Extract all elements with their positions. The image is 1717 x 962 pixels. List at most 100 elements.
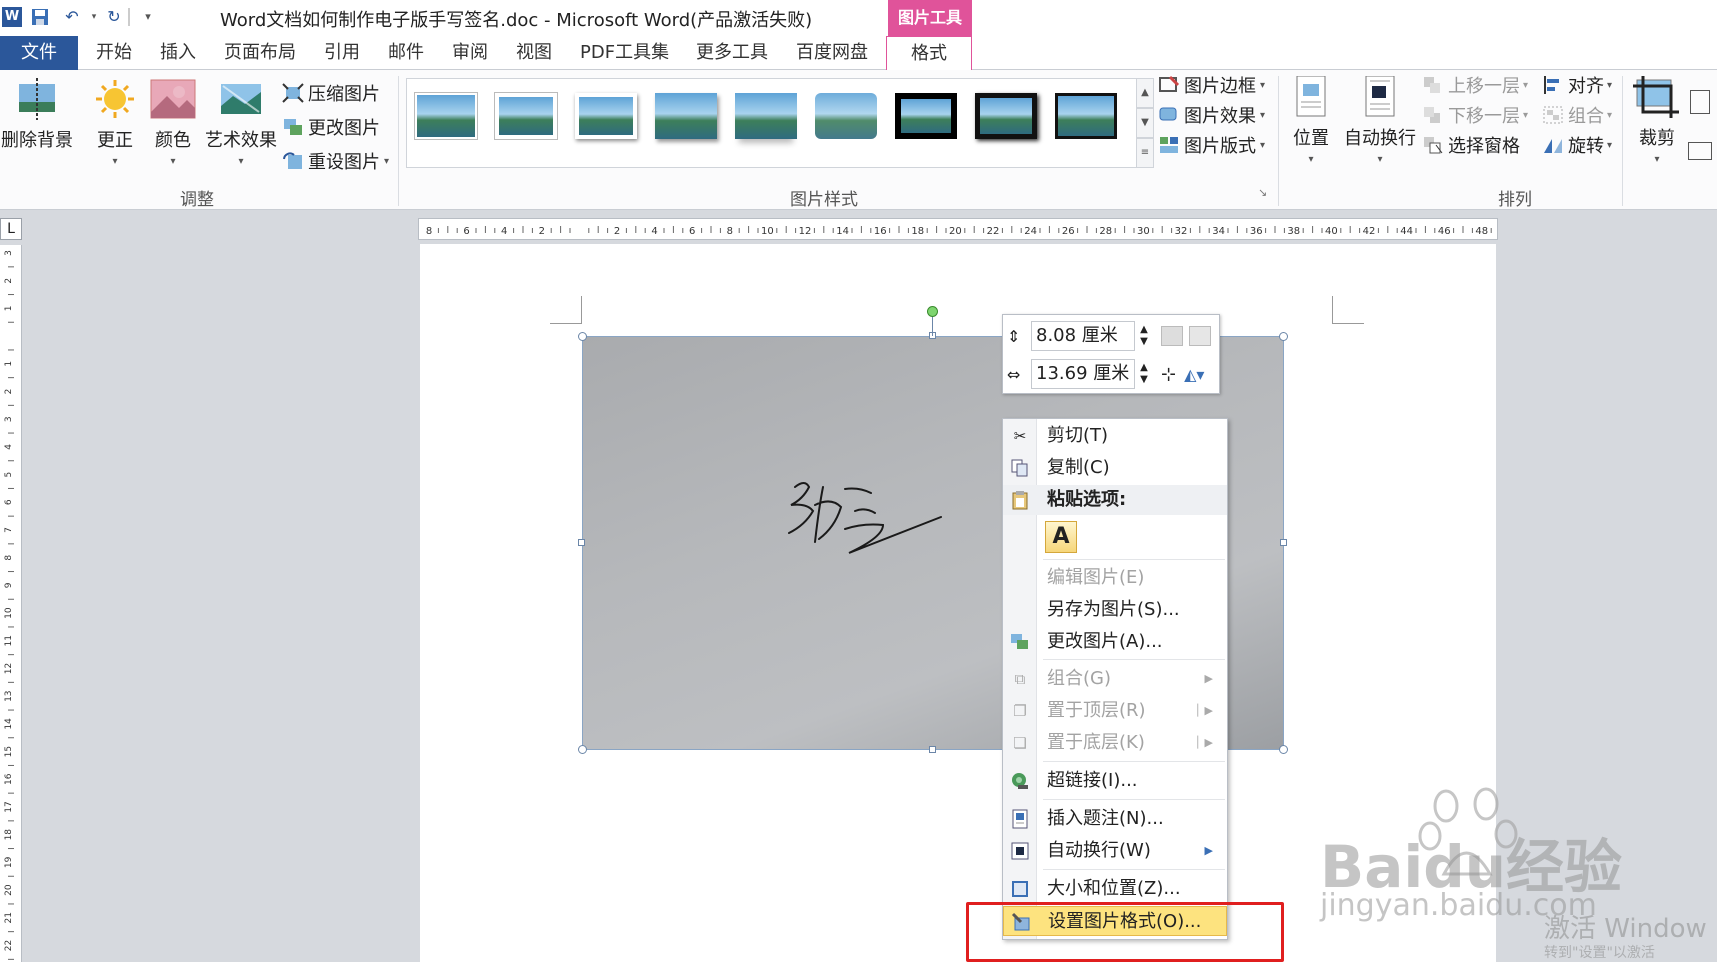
vertical-ruler[interactable]: 3 2 1 1 2 3 4 5 6 7 8 9 10 11 12 13 14 15 16 17 18 19 20 21 22 <box>0 245 22 962</box>
paste-keep-text-only-button[interactable]: A <box>1045 521 1077 553</box>
crop-mini-icon[interactable]: ⊹ <box>1161 364 1176 385</box>
shape-height-icon[interactable] <box>1690 90 1710 114</box>
menu-item-save-as-picture[interactable]: 另存为图片(S)... <box>1003 595 1227 625</box>
height-spinner-icon[interactable]: ▲ ▼ <box>1135 324 1153 348</box>
paste-options-label: 粘贴选项: <box>1047 489 1127 510</box>
menu-separator <box>1043 559 1225 560</box>
menu-item-insert-caption[interactable]: 插入题注(N)... <box>1003 804 1227 834</box>
menu-item-wrap-text[interactable]: 自动换行(W) ▶ <box>1003 836 1227 866</box>
tab-home[interactable]: 开始 <box>96 36 132 70</box>
style-thumb-4[interactable] <box>655 93 717 139</box>
align-button[interactable]: 对齐 ▾ <box>1542 72 1612 98</box>
shape-width-icon[interactable] <box>1688 142 1712 160</box>
horizontal-ruler[interactable]: 8 6 4 2 2 4 6 8 10 12 14 16 18 20 22 24 26 28 30 32 34 36 38 40… <box>418 218 1511 240</box>
tab-references[interactable]: 引用 <box>324 36 360 70</box>
picture-border-button[interactable]: 图片边框 ▾ <box>1158 72 1265 98</box>
color-button[interactable]: 颜色 ▾ <box>146 74 200 167</box>
style-thumb-7[interactable] <box>895 93 957 139</box>
remove-background-button[interactable]: 删除背景 <box>0 74 74 152</box>
resize-handle-se[interactable] <box>1279 745 1288 754</box>
tab-baidu-netdisk[interactable]: 百度网盘 <box>796 36 868 70</box>
menu-item-bring-to-front[interactable]: ❐ 置于顶层(R) │ ▶ <box>1003 696 1227 726</box>
compress-pictures-button[interactable]: 压缩图片 <box>282 80 380 106</box>
word-app-icon[interactable]: W <box>2 7 22 27</box>
resize-handle-e[interactable] <box>1280 539 1287 546</box>
ruler-tick-label: 1 <box>4 361 14 367</box>
bring-forward-button[interactable]: 上移一层 ▾ <box>1422 72 1528 98</box>
send-backward-mini-icon[interactable] <box>1189 326 1211 346</box>
height-input[interactable]: 8.08 厘米 <box>1031 321 1135 351</box>
ruler-tick-label: 4 <box>4 444 14 450</box>
menu-item-send-to-back[interactable]: ❏ 置于底层(K) │ ▶ <box>1003 728 1227 758</box>
group-objects-button[interactable]: 组合 ▾ <box>1542 102 1612 128</box>
reset-picture-button[interactable]: 重设图片 ▾ <box>282 148 389 174</box>
resize-handle-sw[interactable] <box>578 745 587 754</box>
artistic-effects-button[interactable]: 艺术效果 ▾ <box>204 74 278 167</box>
picture-effects-button[interactable]: 图片效果 ▾ <box>1158 102 1265 128</box>
redo-icon[interactable]: ↻ <box>104 7 124 27</box>
style-thumb-1[interactable] <box>415 93 477 139</box>
picture-effects-label: 图片效果 <box>1184 106 1256 127</box>
width-input[interactable]: 13.69 厘米 <box>1031 359 1135 389</box>
tab-pdf-tools[interactable]: PDF工具集 <box>580 36 669 70</box>
rotate-button[interactable]: 旋转 ▾ <box>1542 132 1612 158</box>
tab-mailings[interactable]: 邮件 <box>388 36 424 70</box>
menu-item-size-position[interactable]: 大小和位置(Z)... <box>1003 874 1227 904</box>
resize-handle-nw[interactable] <box>578 332 587 341</box>
ruler-tick-label: 24 <box>1024 226 1037 237</box>
gallery-scroll-up-icon[interactable]: ▲ <box>1136 78 1154 108</box>
resize-handle-ne[interactable] <box>1279 332 1288 341</box>
menu-item-group[interactable]: ⧉ 组合(G) ▶ <box>1003 664 1227 694</box>
tab-view[interactable]: 视图 <box>516 36 552 70</box>
style-thumb-2[interactable] <box>495 93 557 139</box>
change-picture-button[interactable]: 更改图片 <box>282 114 380 140</box>
style-thumb-9[interactable] <box>1055 93 1117 139</box>
position-button[interactable]: 位置 ▾ <box>1284 72 1338 165</box>
selection-pane-button[interactable]: 选择窗格 <box>1422 132 1520 158</box>
resize-handle-w[interactable] <box>578 539 585 546</box>
artistic-effects-label: 艺术效果 <box>205 130 277 151</box>
scissors-icon: ✂ <box>1013 427 1027 445</box>
bring-forward-mini-icon[interactable] <box>1161 326 1183 346</box>
menu-item-edit-picture[interactable]: 编辑图片(E) <box>1003 563 1227 593</box>
gallery-scroll-down-icon[interactable]: ▼ <box>1136 108 1154 138</box>
style-thumb-8[interactable] <box>975 93 1037 139</box>
tab-selector[interactable]: L <box>0 218 22 240</box>
rotate-mini-icon[interactable]: ◭▾ <box>1184 365 1204 384</box>
tab-format[interactable]: 格式 <box>886 36 972 71</box>
ruler-tick-label: 4 <box>501 226 507 237</box>
customize-qat-icon[interactable]: ▾ <box>138 7 158 27</box>
corrections-button[interactable]: 更正 ▾ <box>88 74 142 167</box>
rotate-handle[interactable] <box>927 306 938 317</box>
hyperlink-icon <box>1010 771 1030 791</box>
menu-item-change-picture[interactable]: 更改图片(A)... <box>1003 627 1227 657</box>
menu-item-cut[interactable]: ✂ 剪切(T) <box>1003 421 1227 451</box>
tab-file[interactable]: 文件 <box>0 36 78 70</box>
width-spinner-icon[interactable]: ▲ ▼ <box>1135 362 1153 386</box>
ruler-tick-label: 30 <box>1137 226 1150 237</box>
tab-more-tools[interactable]: 更多工具 <box>696 36 768 70</box>
resize-handle-s[interactable] <box>929 746 936 753</box>
ruler-tick-label: 9 <box>4 582 14 588</box>
undo-icon[interactable]: ↶ <box>62 7 82 27</box>
ruler-tick-label: 44 <box>1400 226 1413 237</box>
undo-dropdown-icon[interactable]: ▾ <box>84 7 104 27</box>
menu-item-copy[interactable]: 复制(C) <box>1003 453 1227 483</box>
ruler-tick-label: 19 <box>4 856 14 868</box>
style-thumb-3[interactable] <box>575 93 637 139</box>
artistic-effects-dropdown-icon: ▾ <box>238 156 244 167</box>
style-thumb-6[interactable] <box>815 93 877 139</box>
style-thumb-5[interactable] <box>735 93 797 139</box>
tab-review[interactable]: 审阅 <box>452 36 488 70</box>
send-backward-button[interactable]: 下移一层 ▾ <box>1422 102 1528 128</box>
save-icon[interactable] <box>30 7 50 27</box>
picture-layout-button[interactable]: 图片版式 ▾ <box>1158 132 1265 158</box>
crop-button[interactable]: 裁剪 ▾ <box>1628 72 1686 165</box>
group-icon: ⧉ <box>1014 670 1026 688</box>
tab-insert[interactable]: 插入 <box>160 36 196 70</box>
dialog-launcher-icon[interactable]: ↘ <box>1258 186 1267 199</box>
gallery-more-icon[interactable]: ≡ <box>1136 138 1154 168</box>
tab-page-layout[interactable]: 页面布局 <box>224 36 296 70</box>
wrap-text-button[interactable]: 自动换行 ▾ <box>1340 72 1420 165</box>
menu-item-hyperlink[interactable]: 超链接(I)... <box>1003 766 1227 796</box>
